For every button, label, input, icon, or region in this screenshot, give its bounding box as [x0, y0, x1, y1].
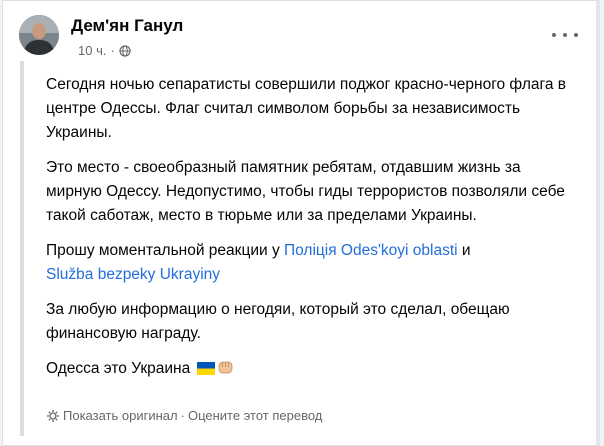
author-name[interactable]: Дем'ян Ганул	[71, 16, 183, 36]
quote-bar	[20, 61, 24, 436]
globe-icon[interactable]	[119, 44, 131, 57]
police-page-link[interactable]: Поліція Odes'koyi oblasti	[284, 242, 458, 259]
translate-separator: ·	[180, 408, 185, 423]
paragraph-3-prefix: Прошу моментальной реакции у	[46, 242, 284, 259]
paragraph-4: За любую информацию о негодяи, который э…	[46, 301, 510, 342]
show-original-link[interactable]: Показать оригинал	[63, 408, 178, 423]
ukraine-flag-icon	[196, 362, 215, 375]
paragraph-3: Прошу моментальной реакции у Поліція Ode…	[46, 239, 566, 287]
post-time[interactable]: 10 ч.	[78, 43, 106, 58]
rate-translation-link[interactable]: Оцените этот перевод	[188, 408, 322, 423]
dot	[552, 33, 556, 37]
meta-separator: ·	[110, 43, 115, 58]
avatar[interactable]	[19, 15, 59, 55]
paragraph-3-mid: и	[457, 242, 471, 259]
fist-icon	[218, 361, 232, 374]
dot	[574, 33, 578, 37]
more-options-icon[interactable]	[552, 27, 578, 43]
paragraph-5: Одесса это Украина	[46, 357, 566, 381]
post-card: Дем'ян Ганул 10 ч. · Сегодня ночью сепар…	[2, 0, 600, 446]
translate-icon	[47, 409, 59, 422]
paragraph-2: Это место - своеобразный памятник ребята…	[46, 159, 565, 224]
dot	[563, 33, 567, 37]
paragraph-5-text: Одесса это Украина	[46, 360, 191, 377]
paragraph-1: Сегодня ночью сепаратисты совершили подж…	[46, 76, 566, 141]
avatar-photo	[19, 15, 59, 55]
post-meta: 10 ч. ·	[78, 43, 131, 58]
translation-bar: Показать оригинал · Оцените этот перевод	[46, 408, 322, 423]
security-service-link[interactable]: Služba bezpeky Ukrayiny	[46, 266, 220, 283]
post-text: Сегодня ночью сепаратисты совершили подж…	[46, 73, 566, 392]
